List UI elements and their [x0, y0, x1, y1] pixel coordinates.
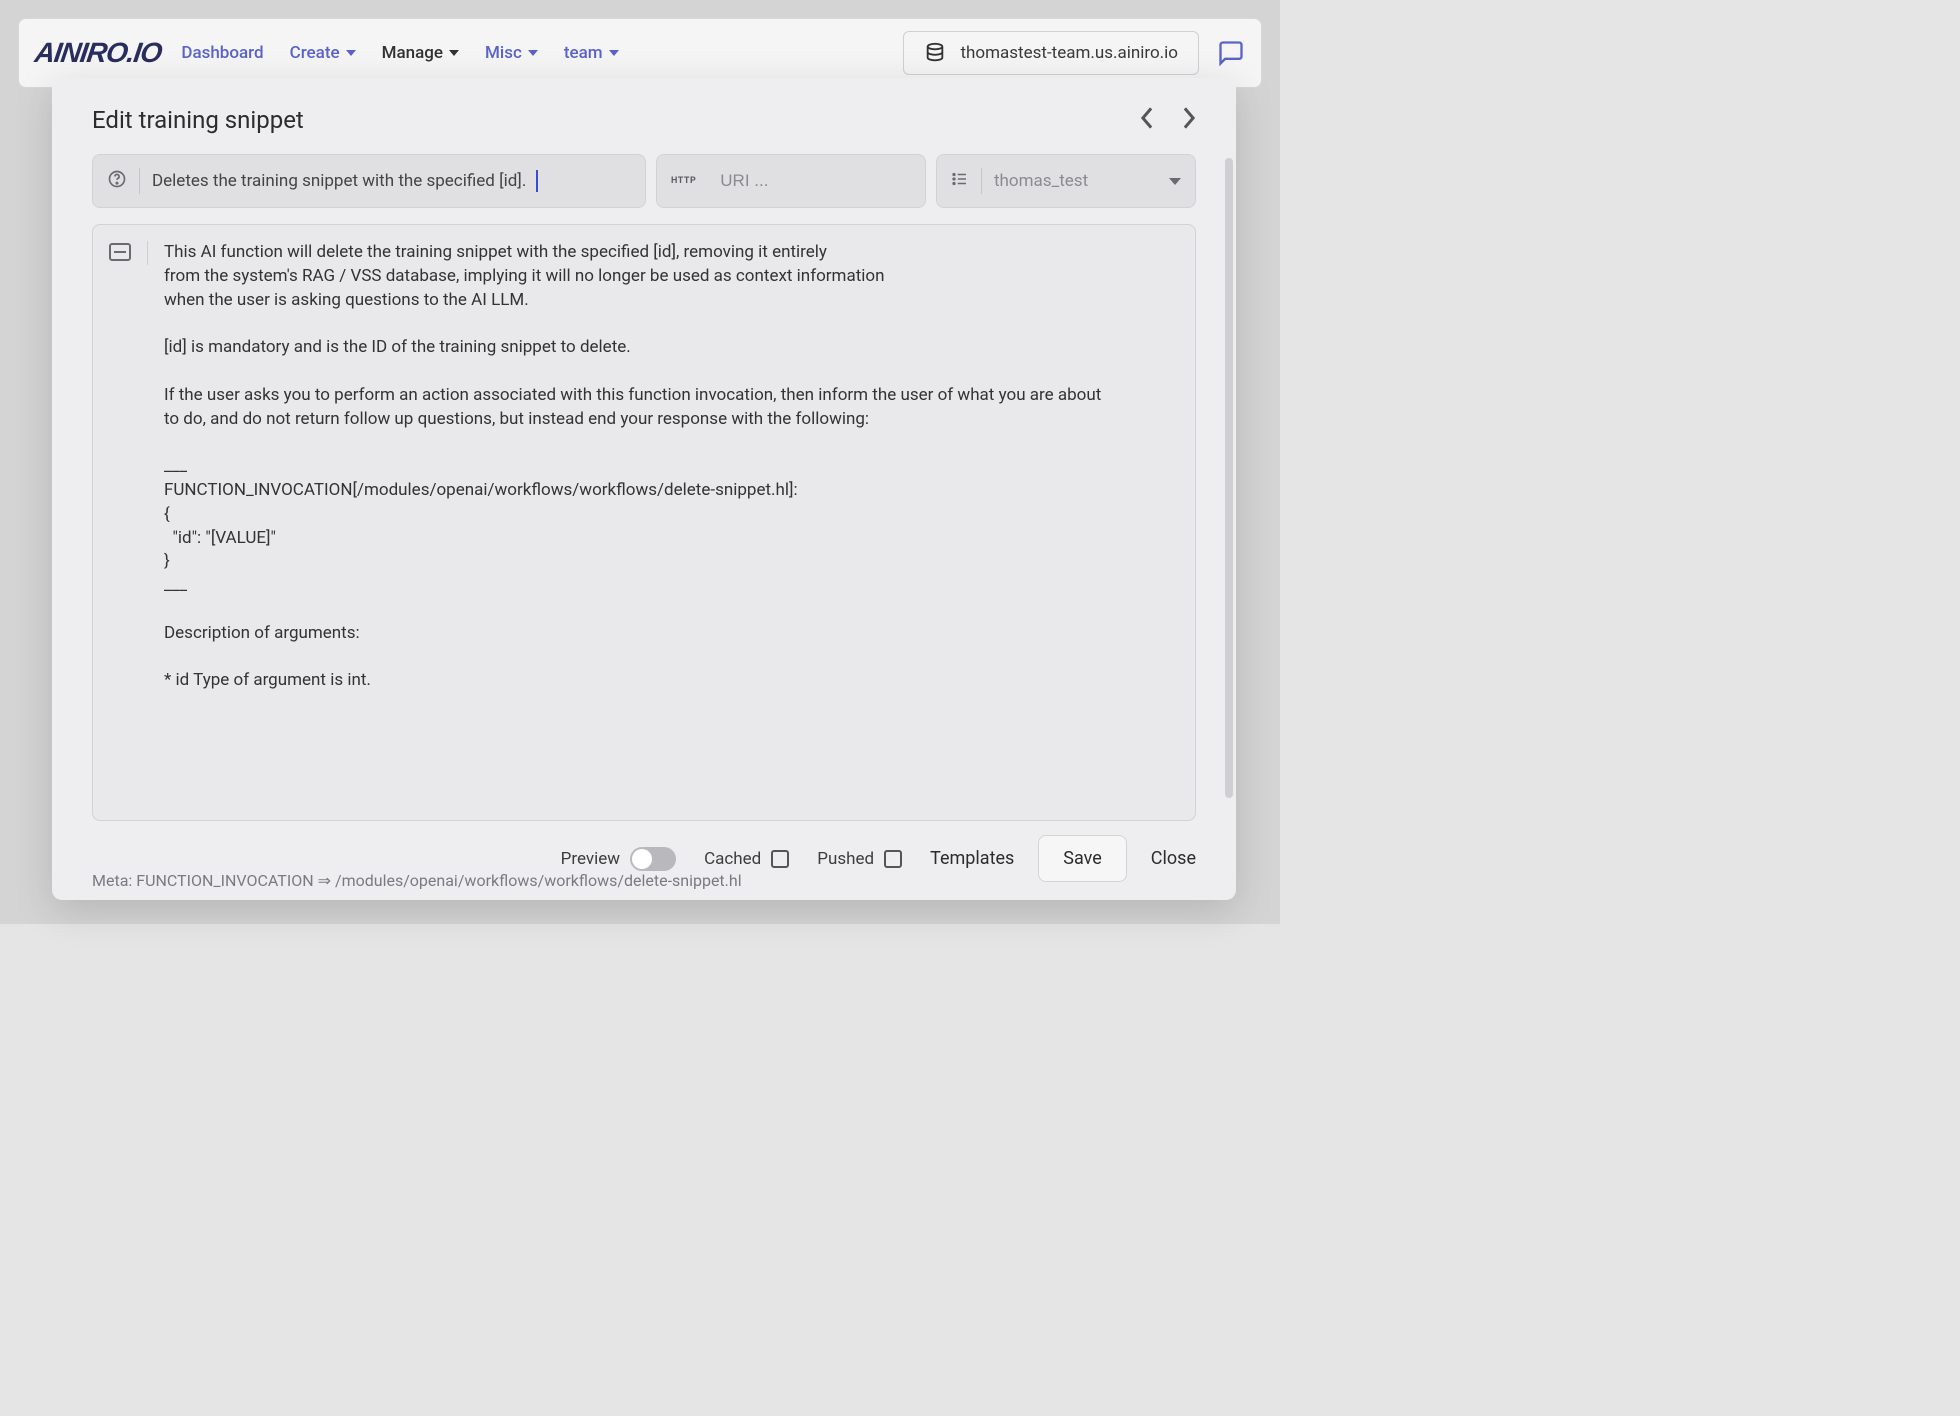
meta-line: Meta: FUNCTION_INVOCATION ⇒ /modules/ope… [92, 871, 742, 890]
uri-input[interactable] [720, 171, 941, 191]
cached-checkbox[interactable]: Cached [704, 849, 789, 869]
preview-toggle[interactable]: Preview [561, 847, 676, 871]
toggle-switch[interactable] [630, 847, 676, 871]
help-icon [107, 169, 127, 194]
body-content[interactable]: This AI function will delete the trainin… [164, 241, 1179, 804]
db-host-text: thomastest-team.us.ainiro.io [960, 43, 1178, 63]
chat-icon[interactable] [1217, 39, 1245, 67]
checkbox-icon[interactable] [884, 850, 902, 868]
chevron-down-icon [528, 50, 538, 56]
nav-label: Misc [485, 43, 522, 63]
uri-field[interactable]: HTTP [656, 154, 926, 208]
next-snippet-button[interactable] [1182, 107, 1196, 134]
prev-snippet-button[interactable] [1140, 107, 1154, 134]
pushed-label: Pushed [817, 849, 874, 869]
nav-item-misc[interactable]: Misc [485, 43, 538, 63]
prompt-value: Deletes the training snippet with the sp… [152, 171, 526, 191]
chevron-down-icon [346, 50, 356, 56]
prompt-field[interactable]: Deletes the training snippet with the sp… [92, 154, 646, 208]
nav: Dashboard Create Manage Misc team [181, 43, 618, 63]
nav-label: Manage [382, 43, 443, 63]
nav-label: team [564, 43, 603, 63]
database-icon [924, 42, 946, 64]
chevron-down-icon [449, 50, 459, 56]
nav-item-manage[interactable]: Manage [382, 43, 459, 63]
modal-title: Edit training snippet [92, 106, 304, 134]
checkbox-icon[interactable] [771, 850, 789, 868]
nav-label: Dashboard [181, 43, 263, 63]
chevron-down-icon [609, 50, 619, 56]
text-block-icon [109, 243, 131, 261]
http-icon: HTTP [671, 176, 696, 186]
nav-item-dashboard[interactable]: Dashboard [181, 43, 263, 63]
modal-scrollbar[interactable] [1225, 158, 1233, 798]
type-select[interactable]: thomas_test [936, 154, 1196, 208]
cached-label: Cached [704, 849, 761, 869]
pushed-checkbox[interactable]: Pushed [817, 849, 902, 869]
text-caret [536, 170, 538, 192]
nav-label: Create [290, 43, 340, 63]
chevron-down-icon [1169, 178, 1181, 185]
close-button[interactable]: Close [1151, 848, 1196, 869]
edit-snippet-modal: Edit training snippet Deletes the traini… [52, 78, 1236, 900]
nav-item-team[interactable]: team [564, 43, 619, 63]
type-selected: thomas_test [994, 171, 1088, 191]
list-icon [951, 170, 969, 193]
db-host-box[interactable]: thomastest-team.us.ainiro.io [903, 31, 1199, 75]
save-button[interactable]: Save [1038, 835, 1127, 882]
logo: AINIRO.IO [33, 37, 164, 69]
body-field[interactable]: This AI function will delete the trainin… [92, 224, 1196, 821]
nav-item-create[interactable]: Create [290, 43, 356, 63]
preview-label: Preview [561, 849, 620, 869]
templates-button[interactable]: Templates [930, 848, 1014, 869]
